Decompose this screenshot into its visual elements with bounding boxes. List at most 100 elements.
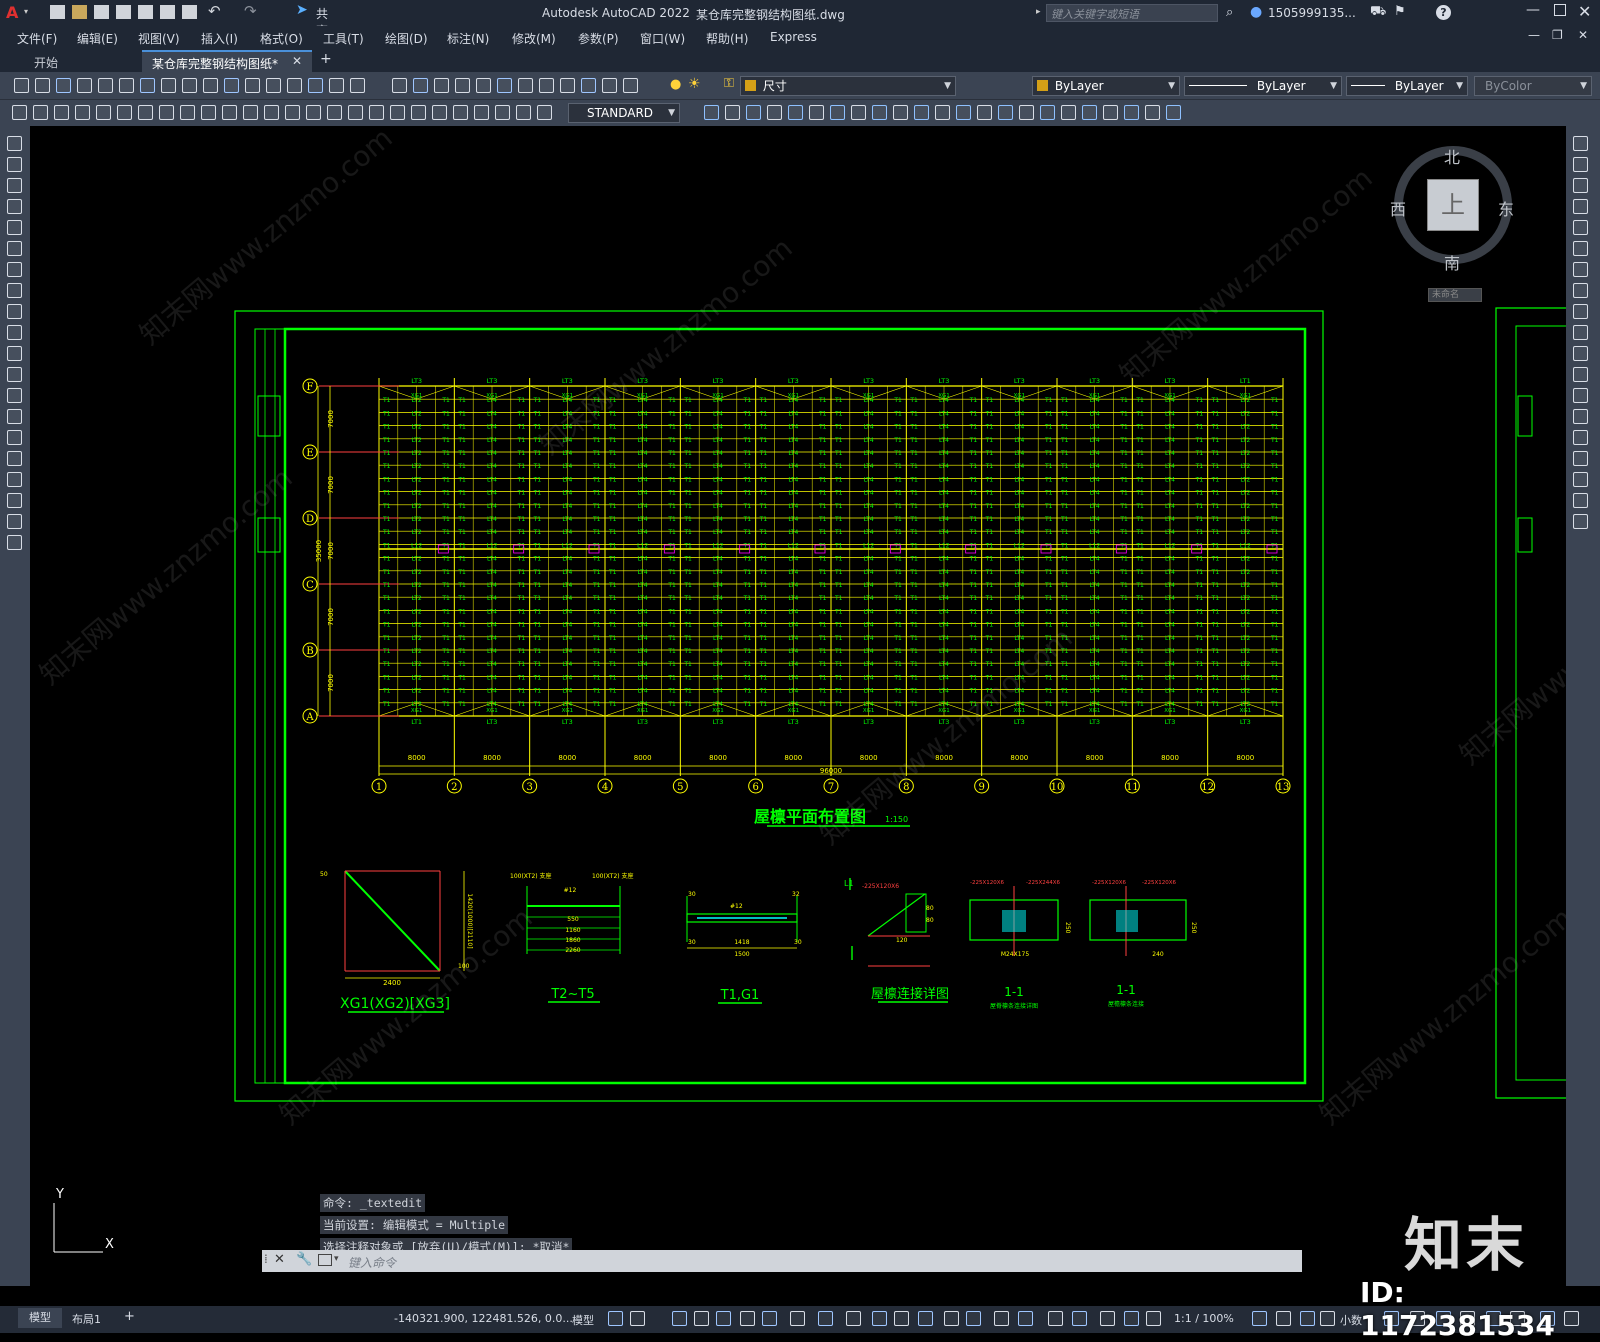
dim-radius-icon[interactable]: [96, 105, 111, 120]
ellipse-arc-icon[interactable]: [7, 346, 22, 361]
erase-icon[interactable]: [1573, 136, 1588, 151]
transparency-icon[interactable]: [846, 1311, 861, 1326]
line-icon[interactable]: [7, 136, 22, 151]
gradient-icon[interactable]: [7, 451, 22, 466]
dim-ordinate-icon[interactable]: [495, 105, 510, 120]
dim-continue-icon[interactable]: [222, 105, 237, 120]
viewcube-top-face[interactable]: 上: [1427, 179, 1479, 231]
close-icon[interactable]: ✕: [1578, 2, 1591, 21]
group-icon[interactable]: [1124, 105, 1139, 120]
add-selected-icon[interactable]: [7, 535, 22, 550]
preview-icon[interactable]: [98, 78, 113, 93]
block-icon[interactable]: [704, 105, 719, 120]
pan-icon[interactable]: [266, 78, 281, 93]
layer-sun-icon[interactable]: ☀: [688, 76, 701, 92]
dim-linear-icon[interactable]: [12, 105, 27, 120]
tolerance-icon[interactable]: [285, 105, 300, 120]
selection-filter-icon[interactable]: [944, 1311, 959, 1326]
move-icon[interactable]: [1573, 241, 1588, 256]
menu-file[interactable]: 文件(F): [17, 30, 57, 47]
annotation-visibility-icon[interactable]: [994, 1311, 1009, 1326]
menu-dimension[interactable]: 标注(N): [447, 30, 489, 47]
save-icon[interactable]: [94, 5, 109, 19]
insert-block-icon[interactable]: [7, 367, 22, 382]
plotstyle-dropdown[interactable]: ByColor ▼: [1474, 76, 1592, 96]
infer-icon[interactable]: [672, 1311, 687, 1326]
osnap-track-icon[interactable]: [762, 1311, 777, 1326]
save-icon[interactable]: [56, 78, 71, 93]
dim-edit-icon[interactable]: [369, 105, 384, 120]
hatch-icon[interactable]: [7, 430, 22, 445]
lock-ui-icon[interactable]: [1252, 1311, 1267, 1326]
tab-drawing[interactable]: 某仓库完整钢结构图纸* ✕: [142, 50, 312, 72]
auto-scale-icon[interactable]: [1018, 1311, 1033, 1326]
menu-window[interactable]: 窗口(W): [640, 30, 685, 47]
jogged-linear-icon[interactable]: [348, 105, 363, 120]
drawing-svg[interactable]: F E D C B A 7000 7000 7000 7000 7000 35000 1 8000 2 800…: [30, 126, 1566, 1306]
circle-icon[interactable]: [7, 262, 22, 277]
spline-icon[interactable]: [7, 304, 22, 319]
revolve-icon[interactable]: [1082, 105, 1097, 120]
model-space-button[interactable]: 模型: [572, 1312, 594, 1328]
menu-tools[interactable]: 工具(T): [323, 30, 364, 47]
revision-cloud-icon[interactable]: [7, 283, 22, 298]
add-layout-button[interactable]: +: [124, 1309, 135, 1324]
erase-icon[interactable]: [1573, 514, 1588, 529]
command-grip-icon[interactable]: ⁞: [264, 1252, 268, 1266]
open-file-icon[interactable]: [72, 5, 87, 19]
redo-icon[interactable]: ↷: [244, 2, 257, 20]
tab-start[interactable]: 开始: [10, 50, 140, 72]
publish-icon[interactable]: [160, 5, 175, 19]
menu-parametric[interactable]: 参数(P): [578, 30, 619, 47]
menu-edit[interactable]: 编辑(E): [77, 30, 118, 47]
doc-minimize-icon[interactable]: —: [1528, 28, 1540, 42]
dim-text-edit-icon[interactable]: [390, 105, 405, 120]
dim-ordinate-icon[interactable]: [75, 105, 90, 120]
dim-angular-icon[interactable]: [159, 105, 174, 120]
new-icon[interactable]: [14, 78, 29, 93]
dim-aligned-icon[interactable]: [453, 105, 468, 120]
rotate-icon[interactable]: [1573, 262, 1588, 277]
annotation-scale-icon[interactable]: [1048, 1311, 1063, 1326]
save-icon[interactable]: [560, 78, 575, 93]
point-icon[interactable]: [7, 409, 22, 424]
print-icon[interactable]: [77, 78, 92, 93]
sheet-icon[interactable]: [413, 78, 428, 93]
layer-dropdown[interactable]: 尺寸 ▼: [740, 76, 956, 96]
inspect-icon[interactable]: [327, 105, 342, 120]
selection-cycling-icon[interactable]: [872, 1311, 887, 1326]
calc-icon[interactable]: [455, 78, 470, 93]
osnap-icon[interactable]: [790, 1311, 805, 1326]
maximize-icon[interactable]: [1554, 4, 1566, 16]
lineweight-icon[interactable]: [818, 1311, 833, 1326]
command-input[interactable]: 键入命令: [348, 1252, 1288, 1270]
user-icon[interactable]: ●: [1250, 4, 1262, 20]
dim-linear-icon[interactable]: [432, 105, 447, 120]
cart-icon[interactable]: ⛟: [1370, 4, 1386, 21]
tab-layout1[interactable]: 布局1: [72, 1311, 101, 1327]
break-icon[interactable]: [1573, 388, 1588, 403]
explode-icon[interactable]: [1573, 493, 1588, 508]
scale-icon[interactable]: [1573, 283, 1588, 298]
region-icon[interactable]: [767, 105, 782, 120]
grid-icon[interactable]: [608, 1311, 623, 1326]
region-icon[interactable]: [1019, 105, 1034, 120]
insert-icon[interactable]: [977, 105, 992, 120]
extrude-icon[interactable]: [809, 105, 824, 120]
workspace-icon[interactable]: [1072, 1311, 1087, 1326]
gizmo-icon[interactable]: [966, 1311, 981, 1326]
mirror-icon[interactable]: [1573, 178, 1588, 193]
region-icon[interactable]: [7, 472, 22, 487]
app-menu-chevron-icon[interactable]: ▾: [24, 7, 28, 16]
trim-icon[interactable]: [1573, 325, 1588, 340]
autocad-logo-icon[interactable]: A: [6, 3, 18, 22]
user-name[interactable]: 1505999135...: [1268, 6, 1356, 20]
image-icon[interactable]: [935, 105, 950, 120]
3d-osnap-icon[interactable]: [894, 1311, 909, 1326]
share-icon[interactable]: ➤: [296, 2, 308, 18]
table-icon[interactable]: [7, 493, 22, 508]
menu-modify[interactable]: 修改(M): [512, 30, 556, 47]
boolean-icon[interactable]: [1040, 105, 1055, 120]
units-readout[interactable]: 小数: [1340, 1312, 1362, 1328]
clean-screen-icon[interactable]: [1320, 1311, 1335, 1326]
